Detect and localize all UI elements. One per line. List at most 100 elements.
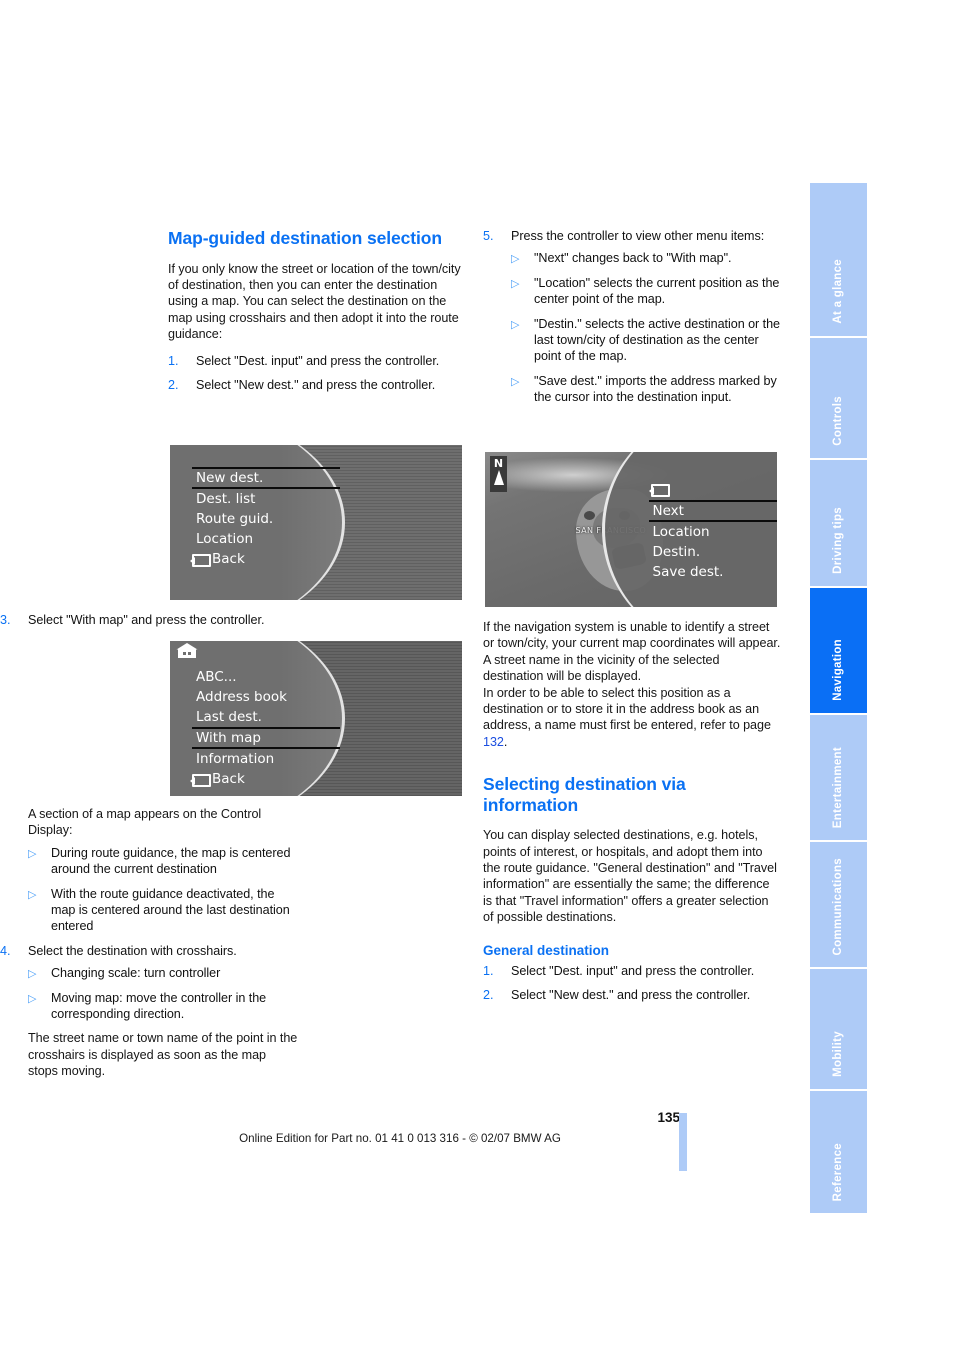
step-number: 3. bbox=[0, 613, 11, 627]
page-reference-link[interactable]: 132 bbox=[483, 735, 504, 749]
step-number: 1. bbox=[168, 353, 179, 368]
sidebar-item-reference[interactable]: Reference bbox=[810, 1091, 867, 1213]
menu-item-address-book[interactable]: Address book bbox=[192, 687, 340, 707]
menu-item-information[interactable]: Information bbox=[192, 749, 340, 769]
step-item: 2. Select "New dest." and press the cont… bbox=[483, 987, 781, 1003]
page-number: 135 bbox=[657, 1110, 680, 1125]
bullet-text: "Location" selects the current position … bbox=[534, 275, 780, 307]
step-number: 2. bbox=[483, 988, 494, 1003]
step-item: 3. Select "With map" and press the contr… bbox=[0, 612, 298, 628]
section-heading-2: Selecting destination via information bbox=[483, 774, 686, 815]
tab-label: Navigation bbox=[831, 639, 844, 701]
bullet-text: "Next" changes back to "With map". bbox=[534, 251, 732, 266]
menu-item-route-guid[interactable]: Route guid. bbox=[192, 509, 340, 529]
step-item: 1. Select "Dest. input" and press the co… bbox=[483, 963, 781, 979]
home-icon bbox=[176, 643, 198, 658]
menu-item-last-dest[interactable]: Last dest. bbox=[192, 707, 340, 727]
sidebar-item-mobility[interactable]: Mobility bbox=[810, 969, 867, 1091]
bullet-text: With the route guidance deactivated, the… bbox=[51, 886, 290, 934]
bullet-text: Changing scale: turn controller bbox=[51, 966, 221, 981]
tab-label: Driving tips bbox=[831, 507, 844, 574]
sidebar-item-controls[interactable]: Controls bbox=[810, 338, 867, 460]
menu-item-new-dest[interactable]: New dest. bbox=[192, 467, 340, 489]
menu-item-back[interactable]: Back bbox=[190, 549, 340, 569]
step-item: 4. Select the destination with crosshair… bbox=[0, 943, 298, 959]
shot3-back-row[interactable] bbox=[649, 478, 671, 497]
bullet-item: ▷ Moving map: move the controller in the … bbox=[28, 990, 298, 1023]
step-text: Select "New dest." and press the control… bbox=[196, 377, 436, 392]
step-number: 5. bbox=[483, 229, 494, 243]
left-column-continued: A section of a map appears on the Contro… bbox=[0, 806, 298, 1090]
sidebar-item-navigation[interactable]: Navigation bbox=[810, 588, 867, 715]
bullet-item: ▷ "Next" changes back to "With map". bbox=[511, 250, 781, 266]
bullet-item: ▷ With the route guidance deactivated, th… bbox=[28, 886, 298, 935]
menu-item-dest-list[interactable]: Dest. list bbox=[192, 489, 340, 509]
menu-item-abc[interactable]: ABC... bbox=[192, 667, 340, 687]
steps-list-1: 1. Select "Dest. input" and press the co… bbox=[168, 353, 466, 394]
steps-list-3: 3. Select "With map" and press the contr… bbox=[0, 612, 298, 628]
bullet-item: ▷ "Destin." selects the active destinatio… bbox=[511, 316, 781, 365]
idrive-screenshot-new-dest: New dest. Dest. list Route guid. Locatio… bbox=[170, 445, 462, 600]
step-item: 1. Select "Dest. input" and press the co… bbox=[168, 353, 466, 369]
compass-letter: N bbox=[493, 457, 504, 470]
triangle-bullet-icon: ▷ bbox=[511, 253, 520, 266]
sidebar-item-driving-tips[interactable]: Driving tips bbox=[810, 460, 867, 588]
sidebar-item-at-a-glance[interactable]: At a glance bbox=[810, 183, 867, 338]
menu-item-save-dest[interactable]: Save dest. bbox=[649, 562, 777, 582]
bullet-item: ▷ During route guidance, the map is cente… bbox=[28, 845, 298, 878]
bullet-item: ▷ "Location" selects the current position… bbox=[511, 275, 781, 308]
body-paragraph-2: You can display selected destinations, e… bbox=[483, 828, 777, 925]
tab-label: At a glance bbox=[831, 259, 844, 324]
back-arrow-icon bbox=[190, 554, 211, 567]
bullet-text: Moving map: move the controller in the c… bbox=[51, 990, 267, 1022]
bullets-step4: ▷ Changing scale: turn controller ▷ Moving… bbox=[28, 965, 298, 1022]
tab-label: Entertainment bbox=[831, 746, 844, 828]
menu-item-location[interactable]: Location bbox=[192, 529, 340, 549]
step-3-wrap: 3. Select "With map" and press the contr… bbox=[0, 612, 298, 636]
bullets-step5: ▷ "Next" changes back to "With map". ▷ "Lo… bbox=[511, 250, 781, 405]
triangle-bullet-icon: ▷ bbox=[511, 277, 520, 290]
step-text: Select "New dest." and press the control… bbox=[511, 988, 751, 1003]
sidebar-item-entertainment[interactable]: Entertainment bbox=[810, 715, 867, 842]
menu-item-back[interactable]: Back bbox=[190, 769, 340, 789]
bullet-item: ▷ Changing scale: turn controller bbox=[28, 965, 298, 981]
bullet-text: During route guidance, the map is center… bbox=[51, 845, 291, 877]
bullets-display: ▷ During route guidance, the map is cente… bbox=[28, 845, 298, 935]
idrive-screenshot-map-menu: SAN FRANCISCO N Next Location Destin. Sa… bbox=[485, 452, 777, 607]
menu-item-location[interactable]: Location bbox=[649, 522, 777, 542]
triangle-bullet-icon: ▷ bbox=[28, 968, 37, 981]
tab-label: Controls bbox=[831, 396, 844, 446]
compass-arrow bbox=[493, 470, 504, 485]
step-number: 4. bbox=[0, 943, 11, 958]
footer-text: Online Edition for Part no. 01 41 0 013 … bbox=[239, 1132, 561, 1145]
triangle-bullet-icon: ▷ bbox=[511, 375, 520, 388]
note-post-text: . bbox=[503, 734, 508, 749]
intro-paragraph: If you only know the street or location … bbox=[168, 261, 461, 342]
note-paragraph-1: If the navigation system is unable to id… bbox=[483, 620, 781, 684]
menu-item-with-map[interactable]: With map bbox=[192, 727, 340, 749]
right-column-continued: If the navigation system is unable to id… bbox=[483, 619, 781, 1012]
menu-item-destin[interactable]: Destin. bbox=[649, 542, 777, 562]
step-item: 2. Select "New dest." and press the cont… bbox=[168, 377, 466, 393]
steps-list-general: 1. Select "Dest. input" and press the co… bbox=[483, 963, 781, 1004]
closing-paragraph: The street name or town name of the poin… bbox=[28, 1031, 298, 1079]
step-number: 2. bbox=[168, 377, 179, 392]
sidebar-item-communications[interactable]: Communications bbox=[810, 842, 867, 969]
tab-label: Reference bbox=[831, 1142, 844, 1201]
chapter-tab-strip: At a glance Controls Driving tips Naviga… bbox=[810, 183, 867, 1213]
step-text: Select the destination with crosshairs. bbox=[28, 943, 237, 958]
note-paragraph-2: In order to be able to select this posit… bbox=[483, 685, 781, 751]
right-text-column: 5. Press the controller to view other me… bbox=[483, 228, 781, 414]
menu-item-back-label: Back bbox=[212, 551, 245, 567]
triangle-bullet-icon: ▷ bbox=[28, 888, 37, 901]
triangle-bullet-icon: ▷ bbox=[28, 847, 37, 860]
step-number: 1. bbox=[483, 963, 494, 978]
triangle-bullet-icon: ▷ bbox=[28, 992, 37, 1005]
note-pre-text: In order to be able to select this posit… bbox=[483, 685, 771, 733]
bullet-text: "Save dest." imports the address marked … bbox=[534, 373, 777, 405]
menu-item-next[interactable]: Next bbox=[648, 500, 777, 522]
bullet-item: ▷ "Save dest." imports the address marked… bbox=[511, 373, 781, 406]
page-title: Map-guided destination selection bbox=[168, 228, 442, 248]
back-arrow-icon bbox=[190, 774, 211, 787]
back-arrow-icon bbox=[649, 484, 671, 497]
